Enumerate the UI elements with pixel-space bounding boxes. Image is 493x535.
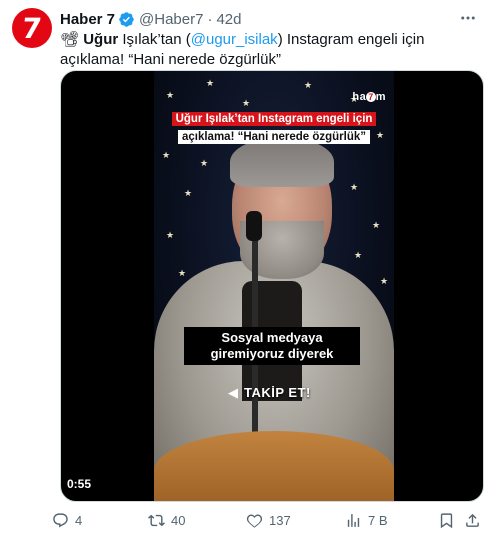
haber7-watermark: ha 7 m	[352, 91, 386, 103]
tweet-text: 📽 Uğur Işılak’tan (@ugur_isilak) Instagr…	[60, 30, 480, 70]
heart-icon	[246, 513, 263, 528]
tweet-header: Haber 7 @Haber7 · 42d	[60, 9, 242, 29]
like-count: 137	[269, 512, 291, 528]
avatar[interactable]: 7	[12, 8, 52, 48]
overlay-title-line1: Uğur Işılak’tan Instagram engeli için	[171, 112, 377, 126]
star-decoration: ★	[200, 158, 209, 168]
tweet-text-bold: Uğur	[83, 31, 119, 48]
star-decoration: ★	[304, 80, 313, 90]
video-frame[interactable]: ★ ★ ★ ★ ★ ★ ★ ★ ★ ★ ★ ★ ★ ★ ★ ha 7 m Uğu…	[154, 71, 394, 501]
film-projector-emoji: 📽	[60, 31, 80, 48]
author-handle[interactable]: @Haber7	[139, 11, 203, 28]
follow-arrow-icon: ◀	[228, 385, 238, 400]
video-duration: 0:55	[67, 477, 92, 491]
overlay-title-line2: açıklama! “Hani nerede özgürlük”	[177, 130, 371, 144]
saz-instrument	[154, 431, 394, 501]
views-count: 7 B	[368, 512, 388, 528]
star-decoration: ★	[166, 90, 175, 100]
star-decoration: ★	[242, 98, 251, 108]
watermark-tail: m	[375, 91, 386, 103]
star-decoration: ★	[162, 150, 171, 160]
share-icon	[466, 513, 479, 527]
mention-link[interactable]: @ugur_isilak	[191, 31, 278, 48]
star-decoration: ★	[354, 250, 363, 260]
like-button[interactable]: 137	[246, 509, 291, 531]
tweet[interactable]: 7 Haber 7 @Haber7 · 42d 📽 Uğur Işılak’ta…	[0, 0, 493, 535]
reply-button[interactable]: 4	[52, 509, 82, 531]
reply-icon	[53, 512, 68, 527]
star-decoration: ★	[350, 182, 359, 192]
star-decoration: ★	[372, 220, 381, 230]
views-button[interactable]: 7 B	[345, 509, 388, 531]
share-button[interactable]	[464, 509, 487, 531]
header-separator: ·	[207, 10, 213, 28]
tweet-time[interactable]: 42d	[216, 11, 241, 28]
star-decoration: ★	[166, 230, 175, 240]
retweet-icon	[148, 514, 165, 526]
retweet-count: 40	[171, 512, 186, 528]
star-decoration: ★	[206, 78, 215, 88]
views-chart-icon	[347, 513, 360, 527]
watermark-mark: 7	[366, 92, 376, 102]
bookmark-icon	[440, 512, 453, 528]
follow-cta: TAKİP ET!	[244, 385, 311, 400]
video-subtitle: Sosyal medyaya giremiyoruz diyerek	[184, 327, 360, 365]
tweet-text-part1: Işılak’tan (	[118, 31, 191, 48]
star-decoration: ★	[380, 276, 389, 286]
microphone-icon	[246, 211, 262, 241]
star-decoration: ★	[184, 188, 193, 198]
video-overlay-title: Uğur Işılak’tan Instagram engeli için aç…	[166, 109, 382, 145]
watermark-text: ha	[352, 91, 367, 103]
more-options-icon[interactable]	[457, 8, 479, 28]
author-name[interactable]: Haber 7	[60, 11, 115, 28]
verified-badge-icon	[118, 11, 135, 28]
bookmark-button[interactable]	[438, 509, 461, 531]
retweet-button[interactable]: 40	[148, 509, 185, 531]
reply-count: 4	[75, 512, 83, 528]
video-player[interactable]: ★ ★ ★ ★ ★ ★ ★ ★ ★ ★ ★ ★ ★ ★ ★ ha 7 m Uğu…	[60, 70, 484, 502]
star-decoration: ★	[178, 268, 187, 278]
action-bar: 4 40 137 7 B	[52, 509, 482, 531]
avatar-logo-text: 7	[20, 11, 44, 45]
